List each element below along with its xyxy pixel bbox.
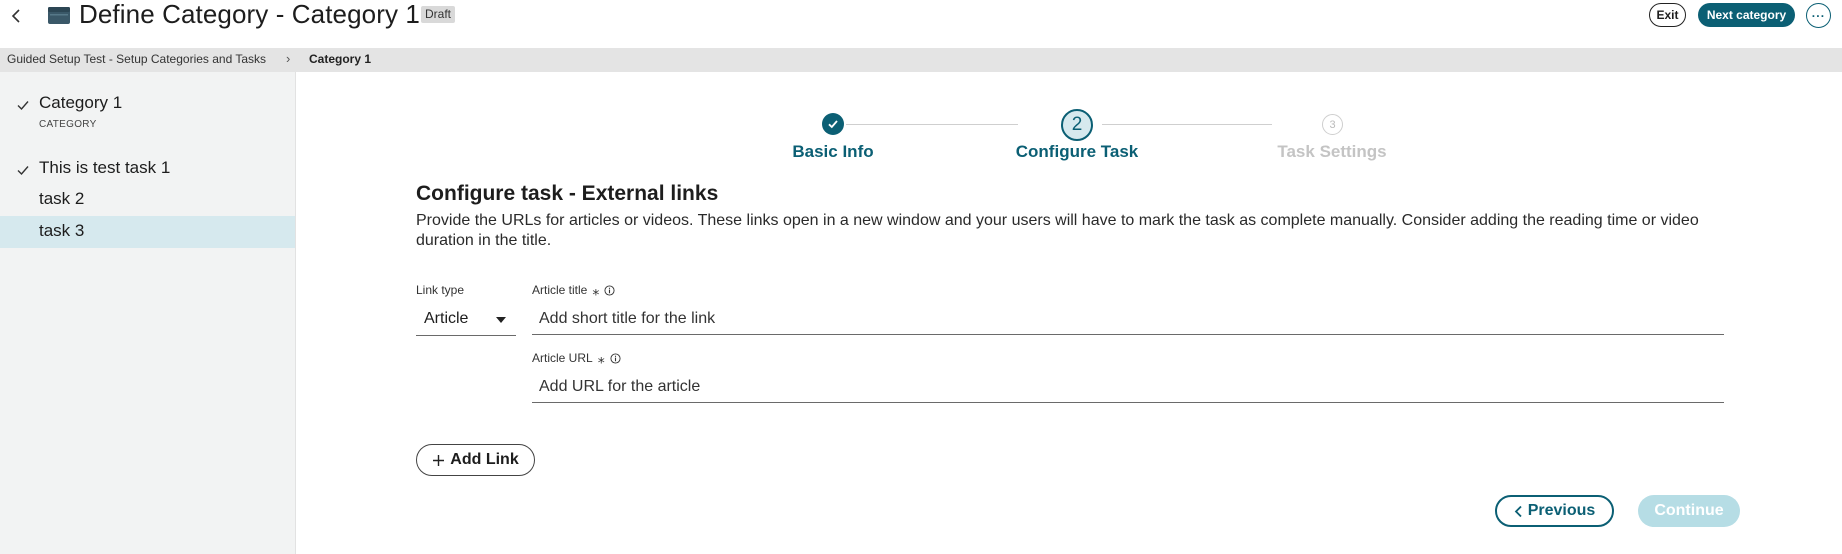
link-type-value: Article xyxy=(424,310,469,327)
sidebar-item-task-2[interactable]: task 2 xyxy=(0,184,295,216)
sidebar-item-label: task 3 xyxy=(39,221,85,240)
article-url-input[interactable] xyxy=(532,371,1724,403)
continue-button[interactable]: Continue xyxy=(1638,495,1740,527)
article-title-input[interactable] xyxy=(532,303,1724,335)
required-icon: ⁎ xyxy=(597,350,605,366)
ellipsis-icon: ··· xyxy=(1811,8,1826,23)
link-type-label: Link type xyxy=(416,283,464,297)
field-label-text: Link type xyxy=(416,283,465,297)
page-title: Define Category - Category 1 xyxy=(79,0,420,29)
step-number: 2 xyxy=(1071,114,1083,135)
step-label-basic-info: Basic Info xyxy=(792,142,874,161)
article-url-label: Article URL ⁎ xyxy=(532,351,621,365)
breadcrumb-parent-link[interactable]: Guided Setup Test - Setup Categories and… xyxy=(7,52,266,66)
step-upcoming-node: 3 xyxy=(1322,114,1343,135)
caret-down-icon xyxy=(496,317,506,323)
previous-button[interactable]: Previous xyxy=(1495,495,1614,527)
continue-label: Continue xyxy=(1654,502,1724,519)
stepper-connector xyxy=(846,124,1018,125)
next-category-button[interactable]: Next category xyxy=(1698,3,1795,27)
more-options-button[interactable]: ··· xyxy=(1806,3,1831,28)
info-icon[interactable] xyxy=(604,284,615,296)
link-type-select[interactable]: Article xyxy=(416,305,516,336)
previous-label: Previous xyxy=(1527,502,1596,519)
breadcrumb-current: Category 1 xyxy=(309,52,372,66)
field-label-text: Article title xyxy=(532,283,588,297)
status-badge: Draft xyxy=(421,6,456,23)
stepper: Basic Info 2 Configure Task 3 Task Setti… xyxy=(780,108,1400,168)
check-icon xyxy=(17,166,29,176)
step-label-task-settings: Task Settings xyxy=(1277,142,1387,161)
sidebar-item-label: task 2 xyxy=(39,189,85,208)
chevron-left-icon xyxy=(11,9,20,23)
sidebar-item-label: This is test task 1 xyxy=(39,158,171,177)
chevron-left-icon xyxy=(1514,505,1522,517)
plus-icon xyxy=(433,454,445,466)
exit-button[interactable]: Exit xyxy=(1649,3,1686,27)
sidebar-item-sublabel: CATEGORY xyxy=(39,119,97,130)
required-icon: ⁎ xyxy=(592,282,600,298)
category-icon xyxy=(48,7,70,24)
article-title-label: Article title ⁎ xyxy=(532,283,615,297)
section-description: Provide the URLs for articles or videos.… xyxy=(416,212,1699,249)
info-icon[interactable] xyxy=(610,352,621,364)
step-current-node: 2 xyxy=(1061,109,1093,141)
app-header: Define Category - Category 1 Draft Exit … xyxy=(0,0,1842,48)
step-complete-check-icon xyxy=(822,113,844,135)
section-title: Configure task - External links xyxy=(416,182,719,205)
sidebar-item-task-3[interactable]: task 3 xyxy=(0,216,295,248)
sidebar: Category 1 CATEGORY This is test task 1 … xyxy=(0,72,296,554)
field-label-text: Article URL xyxy=(532,351,593,365)
back-button[interactable] xyxy=(4,2,28,30)
check-icon xyxy=(17,101,29,111)
sidebar-item-task-1[interactable]: This is test task 1 xyxy=(0,152,295,184)
sidebar-item-category-1[interactable]: Category 1 CATEGORY xyxy=(0,86,295,136)
breadcrumb: Guided Setup Test - Setup Categories and… xyxy=(0,48,1842,72)
step-number: 3 xyxy=(1329,118,1336,131)
breadcrumb-separator-icon: › xyxy=(286,51,291,66)
add-link-label: Add Link xyxy=(450,451,519,468)
sidebar-item-label: Category 1 xyxy=(39,93,123,112)
stepper-connector xyxy=(1102,124,1272,125)
step-label-configure-task: Configure Task xyxy=(1015,142,1139,161)
add-link-button[interactable]: Add Link xyxy=(416,444,535,476)
